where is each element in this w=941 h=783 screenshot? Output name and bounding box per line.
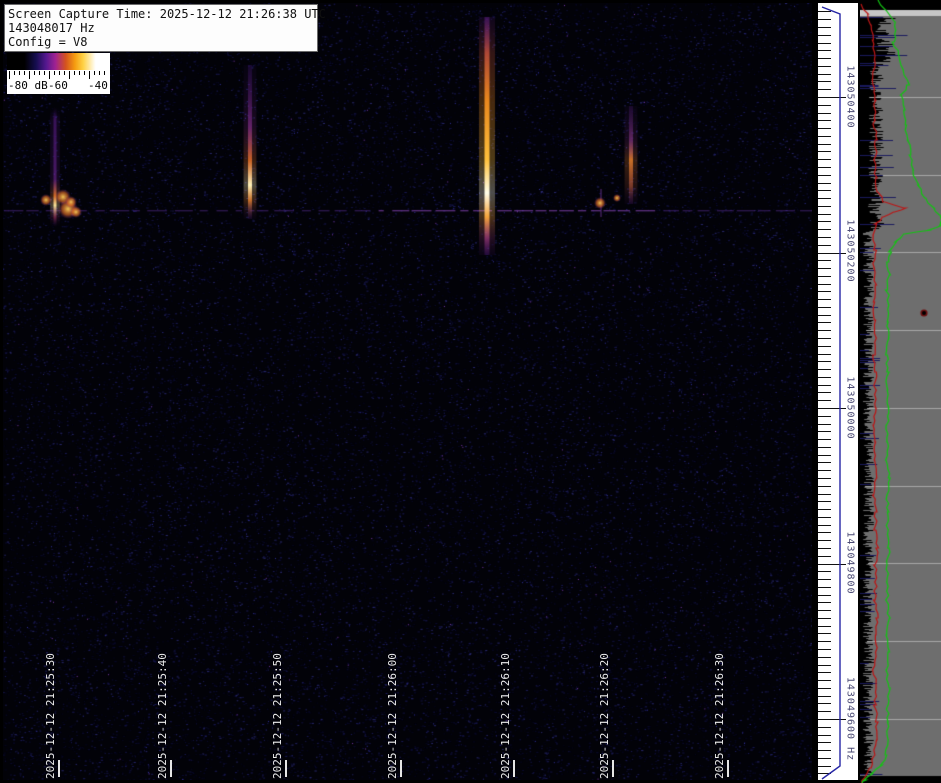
time-tick — [285, 760, 287, 777]
db-tick — [59, 71, 60, 75]
time-label: 2025-12-12 21:25:50 — [271, 653, 284, 779]
db-tick — [99, 71, 100, 75]
db-tick — [74, 71, 75, 75]
db-tick — [89, 71, 90, 79]
frequency-text: 143048017 Hz — [8, 21, 95, 35]
db-tick — [34, 71, 35, 75]
time-label: 2025-12-12 21:26:30 — [713, 653, 726, 779]
db-tick — [94, 71, 95, 75]
db-tick — [24, 71, 25, 75]
time-label: 2025-12-12 21:25:30 — [44, 653, 57, 779]
db-tick — [14, 71, 15, 75]
color-scale-labels: -80 dB -60 -40 — [7, 79, 110, 93]
color-scale-ticks — [9, 71, 108, 79]
frequency-label: 143050200 — [844, 219, 856, 283]
db-tick — [84, 71, 85, 75]
capture-info-box: Screen Capture Time: 2025-12-12 21:26:38… — [4, 4, 326, 52]
db-tick — [104, 71, 105, 75]
db-tick — [19, 71, 20, 75]
color-scale-legend[interactable]: -80 dB -60 -40 — [7, 53, 110, 94]
time-tick — [513, 760, 515, 777]
time-label: 2025-12-12 21:26:20 — [598, 653, 611, 779]
color-gradient-bar — [7, 53, 110, 70]
time-tick — [400, 760, 402, 777]
db-tick — [79, 71, 80, 75]
db-label-mid: -60 — [48, 79, 68, 92]
config-text: Config = V8 — [8, 35, 88, 49]
db-label-end: -40 — [88, 79, 108, 92]
capture-time-text: Screen Capture Time: 2025-12-12 21:26:38… — [8, 7, 326, 21]
time-tick — [58, 760, 60, 777]
db-tick — [69, 71, 70, 79]
time-tick — [612, 760, 614, 777]
frequency-label: 143049600 Hz — [844, 676, 856, 762]
db-tick — [54, 71, 55, 75]
db-tick — [64, 71, 65, 75]
frequency-label: 143050000 — [844, 376, 856, 440]
db-label-start: -80 dB — [8, 79, 48, 92]
frequency-label: 143050400 — [844, 65, 856, 129]
time-label: 2025-12-12 21:26:00 — [386, 653, 399, 779]
db-tick — [49, 71, 50, 79]
spectrum-lab-window: 2025-12-12 21:25:30 2025-12-12 21:25:40 20… — [0, 0, 941, 783]
time-label: 2025-12-12 21:25:40 — [156, 653, 169, 779]
time-label: 2025-12-12 21:26:10 — [499, 653, 512, 779]
db-tick — [44, 71, 45, 75]
db-tick — [39, 71, 40, 75]
frequency-label: 143049800 — [844, 531, 856, 595]
db-tick — [29, 71, 30, 79]
waterfall-display[interactable] — [3, 3, 812, 780]
time-tick — [727, 760, 729, 777]
spectrum-analyzer-panel[interactable] — [860, 0, 941, 783]
db-tick — [9, 71, 10, 79]
time-tick — [170, 760, 172, 777]
